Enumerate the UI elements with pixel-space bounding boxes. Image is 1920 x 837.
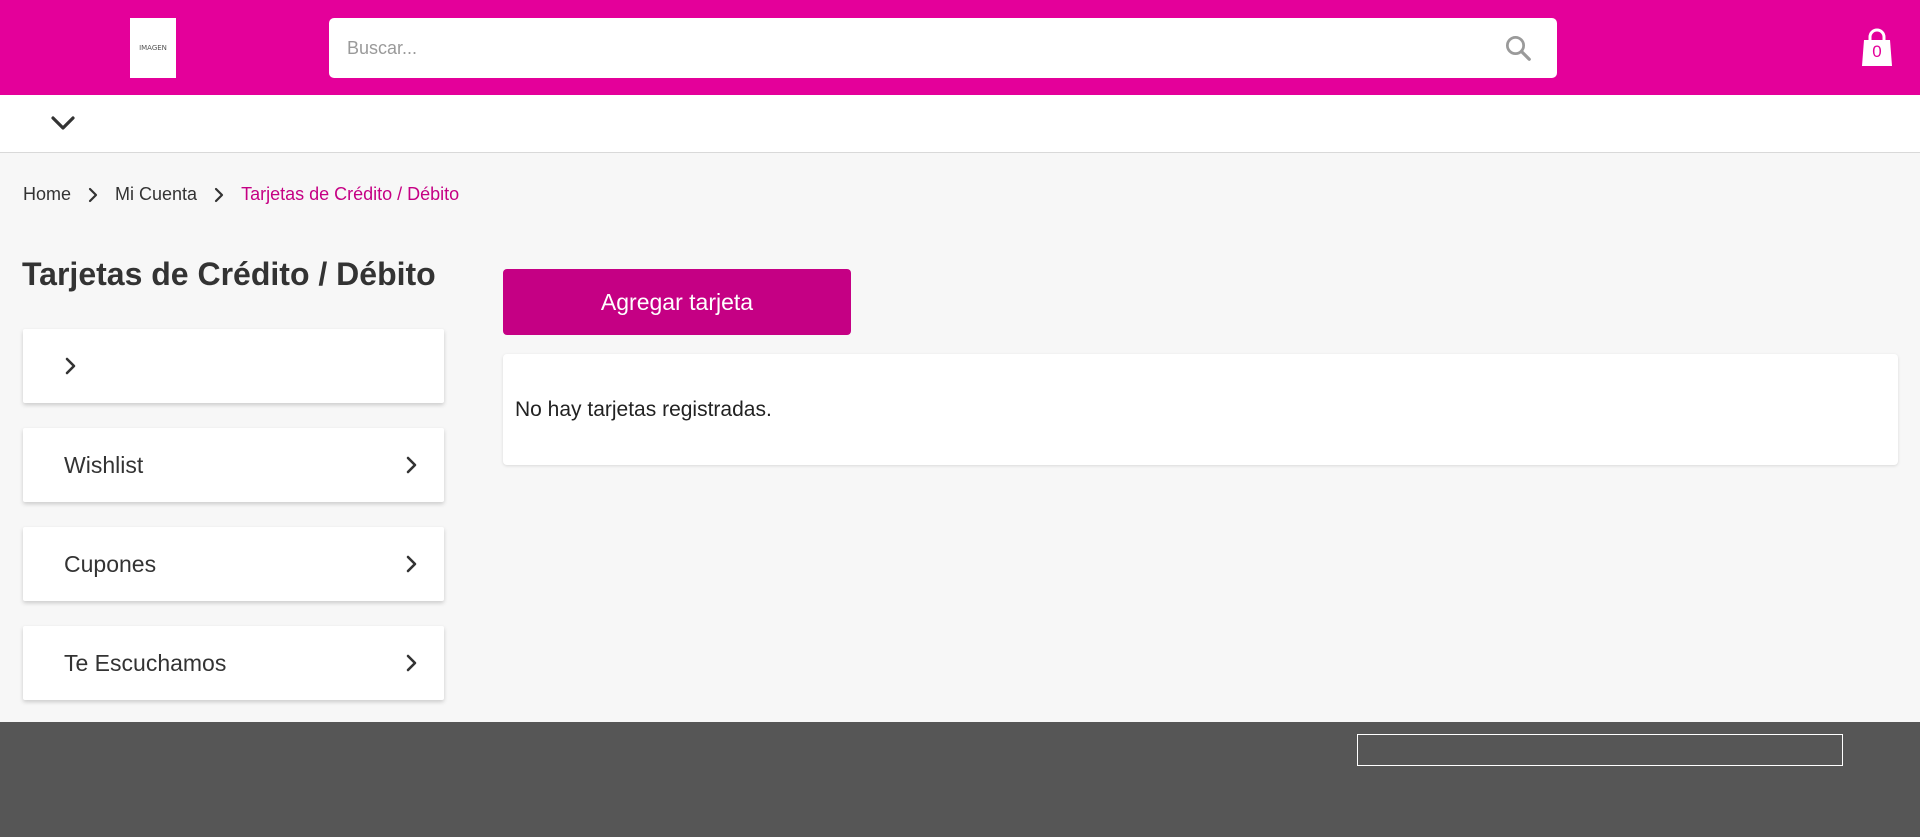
sidebar-item-te-escuchamos[interactable]: Te Escuchamos bbox=[23, 626, 444, 700]
cart-count-badge: 0 bbox=[1872, 42, 1882, 61]
nav-bar bbox=[0, 95, 1920, 153]
footer-input[interactable] bbox=[1357, 734, 1843, 766]
search-icon[interactable] bbox=[1503, 33, 1533, 63]
logo-text: IMAGEN bbox=[139, 44, 167, 52]
chevron-right-icon bbox=[88, 187, 98, 202]
chevron-right-icon bbox=[65, 357, 76, 375]
cart-button[interactable]: 0 bbox=[1860, 28, 1894, 68]
search-input[interactable] bbox=[329, 18, 1503, 78]
chevron-right-icon bbox=[406, 555, 417, 573]
empty-cards-message: No hay tarjetas registradas. bbox=[515, 398, 772, 421]
search-bar bbox=[329, 18, 1557, 78]
sidebar-item-wishlist[interactable]: Wishlist bbox=[23, 428, 444, 502]
chevron-down-icon[interactable] bbox=[48, 111, 78, 135]
breadcrumb-account[interactable]: Mi Cuenta bbox=[115, 184, 197, 205]
breadcrumb: Home Mi Cuenta Tarjetas de Crédito / Déb… bbox=[23, 184, 459, 205]
sidebar-item-cupones[interactable]: Cupones bbox=[23, 527, 444, 601]
top-header: IMAGEN 0 bbox=[0, 0, 1920, 95]
cards-panel: No hay tarjetas registradas. bbox=[503, 354, 1898, 465]
footer bbox=[0, 722, 1920, 837]
sidebar-item-label: Wishlist bbox=[64, 452, 144, 478]
sidebar-item-label: Cupones bbox=[64, 551, 157, 577]
breadcrumb-home[interactable]: Home bbox=[23, 184, 71, 205]
sidebar-item-blank[interactable] bbox=[23, 329, 444, 403]
logo[interactable]: IMAGEN bbox=[130, 18, 176, 78]
chevron-right-icon bbox=[406, 654, 417, 672]
sidebar-item-label: Te Escuchamos bbox=[64, 650, 227, 676]
breadcrumb-current: Tarjetas de Crédito / Débito bbox=[241, 184, 460, 204]
page-title: Tarjetas de Crédito / Débito bbox=[22, 256, 436, 292]
chevron-right-icon bbox=[214, 187, 224, 202]
add-card-button[interactable]: Agregar tarjeta bbox=[503, 269, 851, 335]
chevron-right-icon bbox=[406, 456, 417, 474]
